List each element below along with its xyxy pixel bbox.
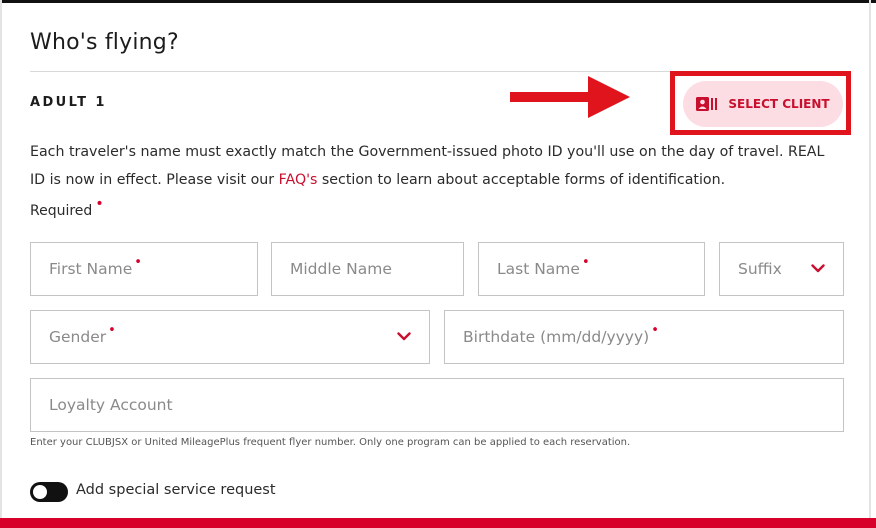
birthdate-input[interactable]: Birthdate (mm/dd/yyyy) • [444, 310, 844, 364]
first-name-input[interactable]: First Name • [30, 242, 258, 296]
suffix-select[interactable]: Suffix [719, 242, 844, 296]
arrow-right-icon [510, 76, 630, 118]
required-label: Required [30, 203, 93, 219]
chevron-down-icon [397, 332, 411, 341]
required-marker: • [108, 322, 116, 338]
right-border [869, 0, 871, 528]
footer-accent-bar [0, 518, 876, 528]
left-border [0, 0, 2, 528]
loyalty-placeholder: Loyalty Account [49, 396, 173, 414]
toggle-knob [33, 485, 47, 499]
top-border [0, 0, 876, 3]
suffix-placeholder: Suffix [738, 260, 782, 278]
id-card-icon [696, 97, 718, 111]
page-title: Who's flying? [30, 30, 179, 55]
description-text-end: section to learn about acceptable forms … [317, 172, 726, 188]
faq-link[interactable]: FAQ's [279, 172, 318, 188]
required-marker: • [95, 196, 104, 212]
required-note: Required • [30, 196, 104, 219]
last-name-placeholder: Last Name [497, 260, 580, 278]
middle-name-input[interactable]: Middle Name [271, 242, 464, 296]
required-marker: • [651, 322, 659, 338]
special-service-toggle[interactable] [30, 482, 68, 502]
select-client-button[interactable]: SELECT CLIENT [683, 81, 843, 127]
gender-select[interactable]: Gender • [30, 310, 430, 364]
first-name-placeholder: First Name [49, 260, 133, 278]
traveler-section-label: ADULT 1 [30, 95, 107, 110]
required-marker: • [134, 254, 142, 270]
middle-name-placeholder: Middle Name [290, 260, 392, 278]
chevron-down-icon [811, 264, 825, 273]
gender-placeholder: Gender [49, 328, 107, 346]
special-service-label: Add special service request [76, 482, 276, 498]
select-client-label: SELECT CLIENT [728, 97, 830, 111]
birthdate-placeholder: Birthdate (mm/dd/yyyy) [463, 328, 650, 346]
loyalty-account-input[interactable]: Loyalty Account [30, 378, 844, 432]
loyalty-hint: Enter your CLUBJSX or United MileagePlus… [30, 437, 631, 448]
last-name-input[interactable]: Last Name • [478, 242, 705, 296]
id-requirements-text: Each traveler's name must exactly match … [30, 138, 840, 194]
required-marker: • [581, 254, 590, 270]
